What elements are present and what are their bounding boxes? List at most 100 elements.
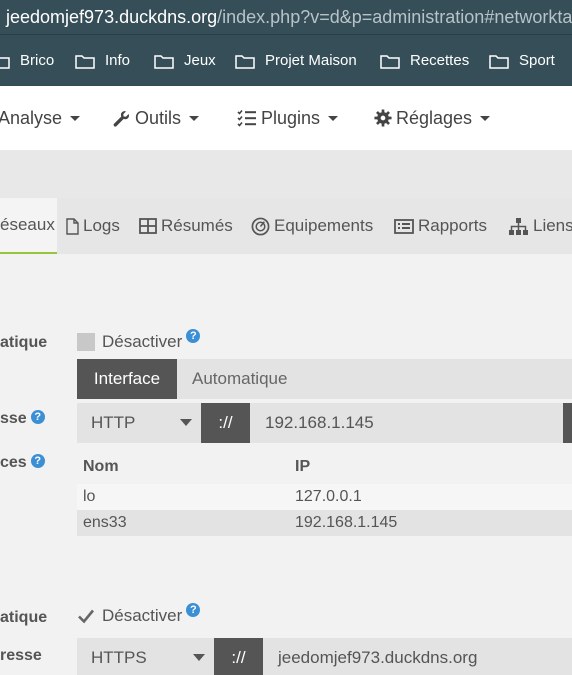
table-header: Nom IP — [77, 450, 572, 484]
nav-reglages-label: Réglages — [396, 108, 473, 128]
bookmark-sport[interactable]: Sport — [489, 35, 555, 86]
checkmark-icon[interactable] — [77, 607, 95, 625]
bookmark-label: Projet Maison — [265, 52, 357, 69]
mode-automatique-button[interactable]: Automatique — [192, 359, 287, 399]
help-icon[interactable]: ? — [30, 454, 45, 468]
cell-name: ens33 — [83, 514, 127, 531]
tab-liens-label: Liens — [533, 216, 572, 235]
nav-outils-label: Outils — [135, 108, 182, 128]
tasks-list-icon — [237, 109, 256, 127]
tab-logs[interactable]: Logs — [66, 198, 120, 254]
interfaces-table: Nom IP lo 127.0.0.1 ens33 192.168.1.145 — [77, 450, 572, 536]
bookmark-info[interactable]: Info — [75, 35, 130, 86]
tab-equipements-label: Equipements — [274, 216, 374, 235]
tab-equipements[interactable]: Equipements — [251, 198, 373, 254]
bookmark-label: Sport — [519, 52, 555, 69]
nav-analyse-label: Analyse — [0, 108, 63, 128]
internal-disable-text: Désactiver — [102, 332, 183, 351]
help-icon[interactable]: ? — [30, 410, 45, 424]
table-row: ens33 192.168.1.145 — [77, 510, 572, 536]
folder-icon — [75, 54, 95, 69]
internal-address-row: HTTP :// 192.168.1.145 — [77, 403, 572, 443]
bookmark-label: Brico — [20, 52, 55, 69]
internal-address-label: sse? — [0, 410, 45, 428]
url-path: /index.php?v=d&p=administration#networkt… — [217, 7, 572, 27]
protocol-separator: :// — [201, 403, 250, 443]
bookmark-label: Info — [105, 52, 131, 69]
external-address-row: HTTPS :// jeedomjef973.duckdns.org — [77, 638, 572, 675]
header-band — [0, 150, 572, 198]
tab-reseaux[interactable]: éseaux — [0, 198, 57, 254]
bookmark-label: Recettes — [410, 52, 470, 69]
tab-logs-label: Logs — [83, 216, 120, 235]
external-address-input[interactable]: jeedomjef973.duckdns.org — [278, 638, 477, 675]
internal-address-label-text: sse — [0, 410, 27, 427]
external-address-label-text: resse — [0, 647, 42, 664]
cell-ip: 127.0.0.1 — [295, 488, 362, 505]
internal-auto-label: atique — [0, 334, 47, 352]
internal-protocol-value: HTTP — [91, 413, 136, 432]
caret-down-icon — [480, 115, 491, 121]
caret-down-icon — [189, 115, 200, 121]
file-icon — [66, 217, 79, 235]
nav-outils[interactable]: Outils — [112, 86, 200, 150]
column-header-ip: IP — [295, 458, 311, 475]
nav-plugins[interactable]: Plugins — [237, 86, 339, 150]
bookmark-recettes[interactable]: Recettes — [380, 35, 469, 86]
help-icon[interactable]: ? — [186, 603, 201, 617]
column-header-nom: Nom — [83, 458, 119, 475]
network-config-panel: atique Désactiver ? Interface Automatiqu… — [0, 254, 572, 675]
caret-down-icon — [193, 654, 205, 661]
input-addon — [563, 403, 572, 443]
folder-icon — [154, 54, 174, 69]
bookmarks-bar: Brico Info Jeux Projet Maison Recettes S… — [0, 34, 572, 86]
list-alt-icon — [394, 218, 414, 234]
internal-disable-checkbox[interactable]: Désactiver ? — [77, 329, 201, 352]
tab-reseaux-label: éseaux — [0, 215, 55, 234]
main-navbar: Analyse Outils Plugins Réglages — [0, 86, 572, 150]
caret-down-icon — [328, 115, 339, 121]
nav-analyse[interactable]: Analyse — [0, 86, 81, 150]
sitemap-icon — [509, 217, 528, 235]
folder-icon — [0, 56, 10, 69]
tab-resumes-label: Résumés — [161, 216, 233, 235]
internal-interfaces-label: ces? — [0, 454, 45, 472]
internal-address-input[interactable]: 192.168.1.145 — [265, 403, 374, 443]
internal-mode-selector: Interface Automatique — [77, 359, 572, 399]
help-icon[interactable]: ? — [186, 329, 201, 343]
tab-liens[interactable]: Liens — [508, 198, 572, 254]
bookmark-jeux[interactable]: Jeux — [154, 35, 216, 86]
tab-rapports-label: Rapports — [418, 216, 487, 235]
table-icon — [139, 218, 157, 234]
protocol-separator: :// — [214, 638, 263, 675]
external-disable-checkbox[interactable]: Désactiver ? — [77, 603, 201, 626]
external-protocol-select[interactable]: HTTPS — [77, 638, 214, 675]
caret-down-icon — [70, 115, 81, 121]
gear-icon — [374, 109, 392, 127]
folder-icon — [235, 54, 255, 69]
nav-reglages[interactable]: Réglages — [374, 86, 491, 150]
url-host: jeedomjef973.duckdns.org — [6, 7, 218, 27]
gauge-icon — [251, 217, 270, 235]
external-auto-label: atique — [0, 609, 47, 627]
internal-auto-label-text: atique — [0, 334, 48, 351]
caret-down-icon — [180, 419, 192, 426]
cell-name: lo — [83, 488, 96, 505]
bookmark-label: Jeux — [184, 52, 216, 69]
external-auto-label-text: atique — [0, 609, 48, 626]
bookmark-brico[interactable]: Brico — [0, 35, 54, 86]
mode-interface-button[interactable]: Interface — [77, 359, 177, 399]
cell-ip: 192.168.1.145 — [295, 514, 398, 531]
external-protocol-value: HTTPS — [91, 648, 147, 667]
folder-icon — [380, 54, 400, 69]
tab-resumes[interactable]: Résumés — [139, 198, 233, 254]
internal-interfaces-label-text: ces — [0, 454, 27, 471]
folder-icon — [489, 54, 509, 69]
admin-tabs: éseaux Logs Résumés Equipements Rapports… — [0, 198, 572, 254]
internal-protocol-select[interactable]: HTTP — [77, 403, 201, 443]
nav-plugins-label: Plugins — [261, 108, 321, 128]
tab-rapports[interactable]: Rapports — [394, 198, 487, 254]
checkbox-unchecked[interactable] — [77, 333, 95, 351]
bookmark-projet-maison[interactable]: Projet Maison — [235, 35, 357, 86]
address-bar[interactable]: jeedomjef973.duckdns.org/index.php?v=d&p… — [0, 0, 572, 34]
